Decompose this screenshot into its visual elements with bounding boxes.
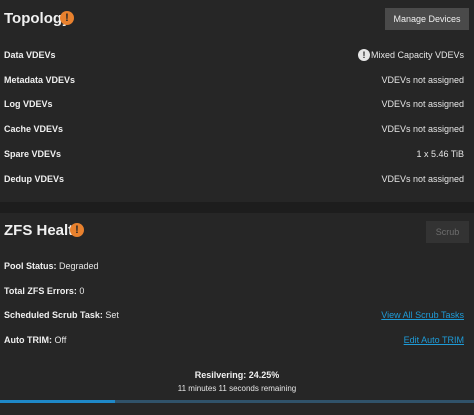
row-value: VDEVs not assigned: [381, 174, 464, 184]
topology-row-log: Log VDEVs VDEVs not assigned: [0, 94, 474, 114]
resilver-progress-fill: [0, 400, 115, 403]
edit-auto-trim-link[interactable]: Edit Auto TRIM: [404, 335, 464, 345]
topology-row-dedup: Dedup VDEVs VDEVs not assigned: [0, 169, 474, 189]
resilvering-time-remaining: 11 minutes 11 seconds remaining: [177, 384, 297, 393]
row-label: Data VDEVs: [4, 50, 56, 60]
scrub-button[interactable]: Scrub: [426, 221, 469, 243]
topology-row-metadata: Metadata VDEVs VDEVs not assigned: [0, 70, 474, 90]
row-label: Dedup VDEVs: [4, 174, 65, 184]
row-value: 1 x 5.46 TiB: [416, 149, 464, 159]
zfs-health-card: ZFS Health ! Scrub Pool Status: Degraded…: [0, 213, 474, 415]
auto-trim-label: Auto TRIM:: [4, 335, 52, 345]
row-value: Mixed Capacity VDEVs: [370, 50, 464, 60]
auto-trim: Auto TRIM: Off: [4, 335, 66, 345]
topology-card: Topology ! Manage Devices Data VDEVs ! M…: [0, 0, 474, 202]
info-icon[interactable]: !: [358, 49, 370, 61]
pool-status-label: Pool Status:: [4, 261, 57, 271]
topology-row-spare: Spare VDEVs 1 x 5.46 TiB: [0, 144, 474, 164]
row-value: VDEVs not assigned: [381, 99, 464, 109]
warning-icon[interactable]: !: [60, 11, 74, 25]
total-zfs-errors: Total ZFS Errors: 0: [4, 286, 84, 296]
resilver-progress-bar: [0, 400, 474, 403]
row-label: Log VDEVs: [4, 99, 53, 109]
topology-row-data: Data VDEVs ! Mixed Capacity VDEVs: [0, 45, 474, 65]
row-label: Metadata VDEVs: [4, 75, 76, 85]
warning-icon[interactable]: !: [70, 223, 84, 237]
total-zfs-errors-label: Total ZFS Errors:: [4, 286, 77, 296]
scheduled-scrub-task: Scheduled Scrub Task: Set: [4, 310, 119, 320]
scheduled-scrub-task-label: Scheduled Scrub Task:: [4, 310, 103, 320]
topology-header: Topology ! Manage Devices: [0, 0, 474, 38]
resilvering-status: Resilvering: 24.25%: [194, 370, 280, 380]
topology-row-cache: Cache VDEVs VDEVs not assigned: [0, 119, 474, 139]
pool-status: Pool Status: Degraded: [4, 261, 99, 271]
auto-trim-value: Off: [54, 335, 67, 345]
pool-status-value: Degraded: [59, 261, 99, 271]
zfs-health-header: ZFS Health ! Scrub: [0, 213, 474, 251]
scheduled-scrub-task-value: Set: [105, 310, 119, 320]
manage-devices-button[interactable]: Manage Devices: [385, 8, 469, 30]
row-value: VDEVs not assigned: [381, 124, 464, 134]
row-label: Spare VDEVs: [4, 149, 62, 159]
row-value: VDEVs not assigned: [381, 75, 464, 85]
row-label: Cache VDEVs: [4, 124, 64, 134]
scrub-button-label: Scrub: [435, 227, 460, 237]
view-all-scrub-tasks-link[interactable]: View All Scrub Tasks: [381, 310, 464, 320]
total-zfs-errors-value: 0: [79, 286, 85, 296]
